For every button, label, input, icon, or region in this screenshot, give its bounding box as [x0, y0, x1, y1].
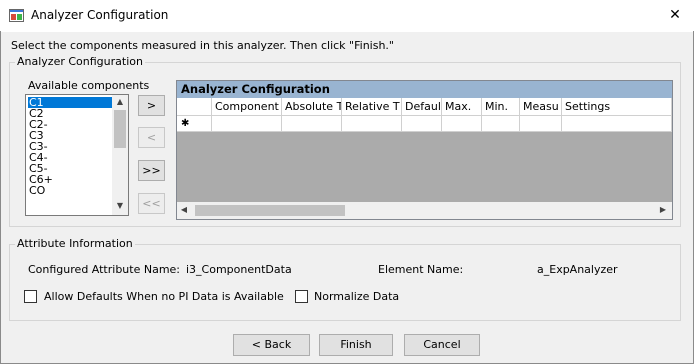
list-scrollbar[interactable]: ▲ ▼ [112, 95, 128, 215]
row-header-corner [177, 98, 212, 116]
analyzer-configuration-grid[interactable]: Analyzer Configuration Component Absolut… [176, 80, 673, 220]
app-icon [9, 9, 24, 22]
scroll-right-icon[interactable]: ▶ [658, 205, 668, 214]
remove-component-button[interactable]: < [138, 127, 165, 148]
analyzer-configuration-group-label: Analyzer Configuration [15, 55, 145, 68]
available-components-list[interactable]: C1 C2 C2- C3 C3- C4- C5- C6+ CO ▲ ▼ [25, 94, 129, 216]
grid-caption: Analyzer Configuration [177, 81, 672, 98]
window-title: Analyzer Configuration [31, 8, 169, 22]
title-bar: Analyzer Configuration ✕ [0, 0, 694, 32]
scroll-down-icon[interactable]: ▼ [112, 201, 128, 210]
column-header-settings[interactable]: Settings [562, 98, 672, 116]
grid-cell[interactable] [482, 116, 520, 132]
column-header-relative-t[interactable]: Relative T [342, 98, 402, 116]
attribute-information-group [9, 244, 681, 321]
add-all-components-button[interactable]: >> [138, 160, 165, 181]
scroll-thumb[interactable] [195, 205, 345, 216]
column-header-min[interactable]: Min. [482, 98, 520, 116]
column-header-absolute-t[interactable]: Absolute T [282, 98, 342, 116]
column-header-component[interactable]: Component [212, 98, 282, 116]
remove-all-components-button[interactable]: << [138, 193, 165, 214]
normalize-data-label[interactable]: Normalize Data [314, 290, 399, 303]
new-row-icon: ✱ [177, 116, 212, 132]
allow-defaults-label[interactable]: Allow Defaults When no PI Data is Availa… [44, 290, 284, 303]
add-component-button[interactable]: > [138, 95, 165, 116]
grid-cell[interactable] [562, 116, 672, 132]
grid-cell[interactable] [442, 116, 482, 132]
list-item[interactable]: CO [28, 185, 112, 196]
attribute-information-group-label: Attribute Information [15, 237, 135, 250]
scroll-left-icon[interactable]: ◀ [179, 205, 189, 214]
available-components-label: Available components [28, 79, 150, 92]
column-header-measured[interactable]: Measu [520, 98, 562, 116]
grid-cell[interactable] [212, 116, 282, 132]
finish-button[interactable]: Finish [319, 334, 393, 356]
close-icon[interactable]: ✕ [660, 3, 690, 27]
configured-attribute-value: i3_ComponentData [186, 263, 292, 276]
scroll-thumb[interactable] [114, 110, 126, 148]
normalize-data-checkbox[interactable] [295, 290, 308, 303]
scroll-up-icon[interactable]: ▲ [112, 97, 128, 106]
column-header-max[interactable]: Max. [442, 98, 482, 116]
configured-attribute-label: Configured Attribute Name: [28, 263, 181, 276]
column-header-default[interactable]: Default [402, 98, 442, 116]
grid-cell[interactable] [342, 116, 402, 132]
instruction-text: Select the components measured in this a… [11, 39, 394, 52]
grid-cell[interactable] [282, 116, 342, 132]
grid-cell[interactable] [402, 116, 442, 132]
cancel-button[interactable]: Cancel [404, 334, 480, 356]
back-button[interactable]: < Back [233, 334, 310, 356]
allow-defaults-checkbox[interactable] [24, 290, 37, 303]
element-name-label: Element Name: [378, 263, 464, 276]
grid-horizontal-scrollbar[interactable]: ◀ ▶ [177, 202, 672, 219]
element-name-value: a_ExpAnalyzer [537, 263, 618, 276]
grid-cell[interactable] [520, 116, 562, 132]
